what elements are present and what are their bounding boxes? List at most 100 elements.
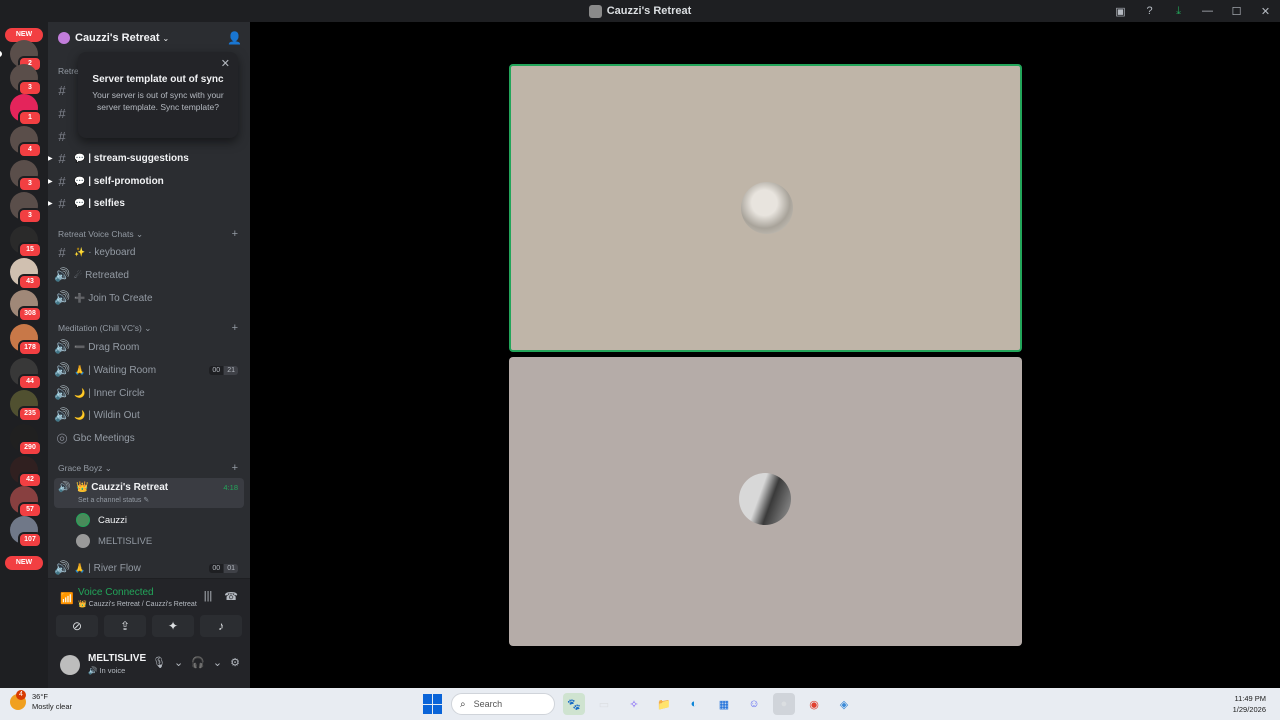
server-icon[interactable]: 290 <box>10 424 42 456</box>
store-icon[interactable]: ▦ <box>713 693 735 715</box>
task-view-icon[interactable]: ▭ <box>593 693 615 715</box>
app-icon[interactable]: ◈ <box>833 693 855 715</box>
app-icon[interactable]: ● <box>773 693 795 715</box>
server-icon[interactable]: 44 <box>10 358 42 390</box>
mention-badge: 107 <box>18 532 42 548</box>
add-user-icon[interactable]: 👤 <box>227 31 242 45</box>
close-icon[interactable]: ✕ <box>221 57 230 70</box>
participant-avatar <box>741 182 793 234</box>
chevron-down-icon[interactable]: ⌄ <box>213 656 222 669</box>
category-voice-chats[interactable]: Retreat Voice Chats ⌄ + <box>58 227 242 241</box>
channel-status[interactable]: Set a channel status ✎ <box>78 496 149 504</box>
mention-badge: 235 <box>18 406 42 422</box>
microphone-icon[interactable]: 🎙 <box>152 656 166 669</box>
voice-connection-panel: 📶 Voice Connected 👑 Cauzzi's Retreat / C… <box>48 578 250 658</box>
channel-inner-circle[interactable]: 🔊 🌙 | Inner Circle <box>54 383 244 403</box>
activities-button[interactable]: ✦ <box>152 615 194 637</box>
widgets-icon[interactable]: 🐾 <box>563 693 585 715</box>
server-icon[interactable]: 1 <box>10 94 42 126</box>
chrome-icon[interactable]: ◉ <box>803 693 825 715</box>
minimize-button[interactable]: — <box>1193 5 1222 17</box>
participant-tile[interactable] <box>509 357 1022 646</box>
weather-icon: 4 <box>10 690 26 710</box>
channel-drag-room[interactable]: 🔊 ➖ Drag Room <box>54 337 244 357</box>
server-icon[interactable]: 107 <box>10 516 42 548</box>
add-channel-icon[interactable]: + <box>232 322 238 334</box>
download-icon[interactable]: ⤓ <box>1164 5 1193 18</box>
file-explorer-icon[interactable]: 📁 <box>653 693 675 715</box>
category-grace-boyz[interactable]: Grace Boyz ⌄ + <box>58 461 242 475</box>
template-sync-popup: ✕ Server template out of sync Your serve… <box>78 52 238 138</box>
mention-badge: 1 <box>18 110 42 126</box>
channel-gbc-meetings[interactable]: ◎ Gbc Meetings <box>54 428 244 448</box>
screen-icon[interactable]: ▣ <box>1106 5 1135 18</box>
help-icon[interactable]: ? <box>1135 5 1164 17</box>
soundboard-button[interactable]: ♪ <box>200 615 242 637</box>
server-icon[interactable]: 3 <box>10 192 42 224</box>
voice-status[interactable]: Voice Connected <box>78 587 154 598</box>
server-icon[interactable]: 57 <box>10 486 42 518</box>
new-badge: NEW <box>5 556 43 570</box>
participant-tile-speaking[interactable] <box>509 64 1022 352</box>
voice-location[interactable]: 👑 Cauzzi's Retreat / Cauzzi's Retreat <box>78 600 197 608</box>
server-icon[interactable]: 308 <box>10 290 42 322</box>
signal-icon[interactable]: 📶 <box>60 592 74 605</box>
username[interactable]: MELTISLIVE <box>88 653 146 664</box>
noise-suppression-icon[interactable]: ||| <box>204 590 213 603</box>
channel-selfies[interactable]: ▶ # 💬 | selfies <box>48 193 244 213</box>
category-meditation[interactable]: Meditation (Chill VC's) ⌄ + <box>58 321 242 335</box>
copilot-icon[interactable]: ✧ <box>623 693 645 715</box>
channel-wildin-out[interactable]: 🔊 🌙 | Wildin Out <box>54 405 244 425</box>
channel-river-flow[interactable]: 🔊 🙏 | River Flow 00 01 <box>54 558 244 578</box>
gear-icon[interactable]: ⚙ <box>230 656 240 669</box>
edge-icon[interactable]: ◐ <box>683 693 705 715</box>
server-icon[interactable]: 4 <box>10 126 42 158</box>
discord-icon[interactable]: ☺ <box>743 693 765 715</box>
channel-cauzzis-retreat[interactable]: 🔊 👑 Cauzzi's Retreat Set a channel statu… <box>54 478 244 508</box>
server-icon[interactable]: 3 <box>10 64 42 96</box>
voice-user-meltislive[interactable]: MELTISLIVE <box>76 532 152 550</box>
maximize-button[interactable]: ☐ <box>1222 5 1251 18</box>
server-icon[interactable]: 3 <box>10 160 42 192</box>
disconnect-icon[interactable]: ☎ <box>224 590 238 603</box>
channel-join-to-create[interactable]: 🔊 ➕ Join To Create <box>54 288 244 308</box>
chevron-down-icon: ⌄ <box>135 228 144 239</box>
hash-icon: # <box>58 244 66 260</box>
server-icon[interactable]: 15 <box>10 226 42 258</box>
weather-widget[interactable]: 4 36°F Mostly clear <box>10 690 72 712</box>
taskbar-clock[interactable]: 11:49 PM 1/29/2026 <box>1233 693 1266 715</box>
hash-icon: # <box>58 195 66 211</box>
chevron-down-icon[interactable]: ⌄ <box>174 656 183 669</box>
add-channel-icon[interactable]: + <box>232 462 238 474</box>
server-rail: NEW 2 3 1 4 3 3 15 43 308 178 44 235 290… <box>0 22 48 688</box>
camera-button[interactable]: ⊘ <box>56 615 98 637</box>
server-icon[interactable]: 42 <box>10 456 42 488</box>
window-title: Cauzzi's Retreat <box>588 4 691 18</box>
channel-stream-suggestions[interactable]: ▶ # 💬 | stream-suggestions <box>48 148 244 168</box>
mention-badge: 4 <box>18 142 42 158</box>
add-channel-icon[interactable]: + <box>232 228 238 240</box>
channel-keyboard[interactable]: # ✨ · keyboard <box>54 242 244 262</box>
server-icon[interactable]: 43 <box>10 258 42 290</box>
windows-start-icon[interactable] <box>423 694 443 714</box>
chevron-down-icon: ⌄ <box>144 322 152 333</box>
camera-off-icon: ⊘ <box>71 619 83 633</box>
voice-user-cauzzi[interactable]: Cauzzi <box>76 511 127 529</box>
popup-body[interactable]: Your server is out of sync with your ser… <box>86 89 230 113</box>
server-icon[interactable]: 178 <box>10 324 42 356</box>
hash-icon: # <box>58 150 66 166</box>
headphones-icon[interactable]: 🎧 <box>191 656 205 669</box>
screen-share-icon: ⇪ <box>119 619 131 633</box>
close-button[interactable]: ✕ <box>1251 5 1280 18</box>
taskbar-search[interactable]: ⌕ Search <box>451 693 555 715</box>
screen-share-button[interactable]: ⇪ <box>104 615 146 637</box>
channel-retreated[interactable]: 🔊 ☄ Retreated <box>54 265 244 285</box>
channel-self-promotion[interactable]: ▶ # 💬 | self-promotion <box>48 171 244 191</box>
channel-waiting-room[interactable]: 🔊 🙏 | Waiting Room 00 21 <box>54 360 244 380</box>
unread-pip <box>0 51 2 57</box>
server-icon <box>58 32 70 44</box>
server-header[interactable]: Cauzzi's Retreat ⌄ 👤 <box>48 22 250 54</box>
hash-icon: # <box>58 128 66 144</box>
avatar[interactable] <box>60 655 80 675</box>
server-icon[interactable]: 235 <box>10 390 42 422</box>
